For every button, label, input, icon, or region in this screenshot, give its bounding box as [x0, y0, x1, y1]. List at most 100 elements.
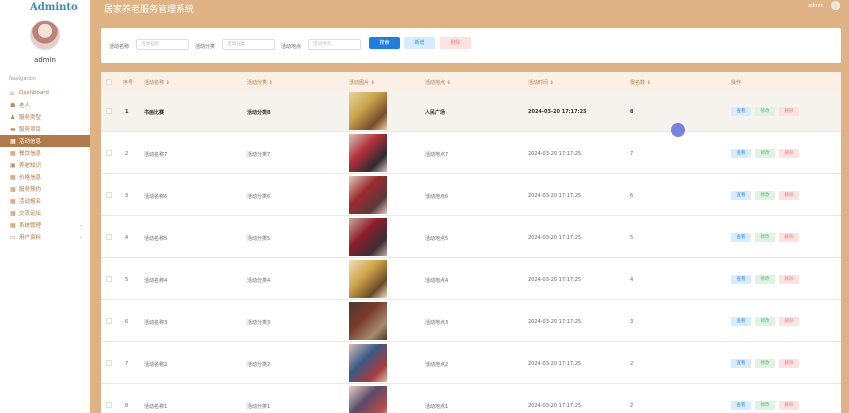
delete-button[interactable]: 删除: [779, 233, 799, 242]
avatar[interactable]: [30, 20, 60, 50]
cell-location: 活动地点2: [425, 362, 449, 368]
row-checkbox[interactable]: [106, 150, 112, 156]
view-button[interactable]: 查看: [731, 149, 751, 158]
cell-index: 2: [125, 151, 129, 157]
row-checkbox[interactable]: [106, 234, 112, 240]
batch-delete-button[interactable]: 删除: [440, 37, 471, 49]
edit-button[interactable]: 修改: [755, 359, 775, 368]
header-avatar[interactable]: [831, 1, 840, 10]
page-title: 居家养老服务管理系统: [104, 5, 195, 15]
activity-photo[interactable]: [349, 344, 387, 382]
search-label-location: 活动地点: [281, 44, 302, 50]
activity-photo[interactable]: [349, 218, 387, 256]
activity-photo[interactable]: [349, 134, 387, 172]
sidebar-item-4[interactable]: ▦ 活动信息: [0, 135, 90, 147]
row-checkbox[interactable]: [106, 402, 112, 408]
cell-index: 7: [125, 361, 129, 367]
activity-photo[interactable]: [349, 260, 387, 298]
app-logo[interactable]: Adminto: [30, 2, 78, 13]
cell-signups: 2: [630, 361, 634, 367]
table-row[interactable]: 4 活动名称5 活动分类5 活动地点5 2024-03-20 17:17:25 5 查看 修改…: [101, 217, 841, 258]
activity-photo[interactable]: [349, 386, 387, 413]
cell-location: 人民广场: [425, 110, 446, 116]
search-button[interactable]: 搜索: [369, 37, 400, 49]
view-button[interactable]: 查看: [731, 317, 751, 326]
sidebar-item-11[interactable]: ▦ 系统管理 ⌄: [0, 219, 90, 231]
sidebar-item-3[interactable]: ▬ 服务项目: [0, 123, 90, 135]
view-button[interactable]: 查看: [731, 191, 751, 200]
sidebar-item-label: 餐饮信息: [19, 151, 42, 157]
table-row[interactable]: 7 活动名称2 活动分类2 活动地点2 2024-03-20 17:17:25 2 查看 修改…: [101, 343, 841, 384]
grid-icon: ▦: [10, 173, 16, 181]
table-row[interactable]: 3 活动名称6 活动分类6 活动地点6 2024-03-20 17:17:25 6 查看 修改…: [101, 175, 841, 216]
delete-button[interactable]: 删除: [779, 359, 799, 368]
sidebar-item-9[interactable]: ▦ 活动报名: [0, 195, 90, 207]
sidebar-item-1[interactable]: ☗ 老人: [0, 99, 90, 111]
activity-photo[interactable]: [349, 92, 387, 130]
header-name[interactable]: 活动名称 ⇕: [144, 79, 170, 86]
cell-time: 2024-03-20 17:17:25: [528, 319, 582, 325]
delete-button[interactable]: 删除: [779, 401, 799, 410]
sidebar-item-7[interactable]: ▦ 价格信息: [0, 171, 90, 183]
sidebar-nav: ⌂ Dashboard ☗ 老人 ♟ 服务类型 ▬ 服务项目 ▦ 活动信息 ▦ 餐饮信息 ▣ 养老知识 ▦ 价…: [0, 87, 90, 243]
view-button[interactable]: 查看: [731, 359, 751, 368]
edit-button[interactable]: 修改: [755, 191, 775, 200]
edit-button[interactable]: 修改: [755, 149, 775, 158]
table-row[interactable]: 5 活动名称4 活动分类4 活动地点4 2024-03-20 17:17:25 4 查看 修改…: [101, 259, 841, 300]
sidebar-item-5[interactable]: ▦ 餐饮信息: [0, 147, 90, 159]
cell-time: 2024-03-20 17:17:25: [528, 193, 582, 199]
row-checkbox[interactable]: [106, 108, 112, 114]
delete-button[interactable]: 删除: [779, 317, 799, 326]
table-row[interactable]: 8 活动名称1 活动分类1 活动地点1 2024-03-20 17:17:25 2 查看 修改…: [101, 385, 841, 413]
delete-button[interactable]: 删除: [779, 191, 799, 200]
cell-location: 活动地点5: [425, 236, 449, 242]
table-row[interactable]: 6 活动名称3 活动分类3 活动地点3 2024-03-20 17:17:25 3 查看 修改…: [101, 301, 841, 342]
sidebar-item-10[interactable]: ▦ 交流论坛: [0, 207, 90, 219]
view-button[interactable]: 查看: [731, 107, 751, 116]
delete-button[interactable]: 删除: [779, 149, 799, 158]
activity-photo[interactable]: [349, 302, 387, 340]
edit-button[interactable]: 修改: [755, 317, 775, 326]
cell-index: 6: [125, 319, 129, 325]
row-checkbox[interactable]: [106, 318, 112, 324]
sidebar-item-label: 服务项目: [19, 127, 42, 133]
table-row[interactable]: 1 书画比赛 活动分类8 人民广场 2024-03-20 17:17:25 8 查看 修改 删除: [101, 91, 841, 132]
mouse-cursor: [671, 123, 685, 137]
add-button[interactable]: 新增: [404, 37, 435, 49]
cell-name: 活动名称4: [144, 278, 168, 284]
activity-category-input[interactable]: 活动分类: [222, 39, 275, 50]
cell-category: 活动分类4: [247, 278, 271, 284]
header-username[interactable]: admin: [808, 3, 824, 9]
table-row[interactable]: 2 活动名称7 活动分类7 活动地点7 2024-03-20 17:17:25 7 查看 修改…: [101, 133, 841, 174]
header-time[interactable]: 活动时间 ⇕: [528, 79, 554, 86]
sidebar-item-0[interactable]: ⌂ Dashboard: [0, 87, 90, 99]
sidebar-item-label: Dashboard: [19, 90, 49, 96]
edit-button[interactable]: 修改: [755, 401, 775, 410]
sidebar-item-6[interactable]: ▣ 养老知识: [0, 159, 90, 171]
sidebar-item-2[interactable]: ♟ 服务类型: [0, 111, 90, 123]
header-location[interactable]: 活动地点 ⇕: [425, 79, 451, 86]
header-category[interactable]: 活动分类 ⇕: [247, 79, 273, 86]
activity-location-input[interactable]: 活动地点: [308, 39, 361, 50]
delete-button[interactable]: 删除: [779, 107, 799, 116]
cell-location: 活动地点4: [425, 278, 449, 284]
cell-index: 1: [125, 109, 129, 115]
edit-button[interactable]: 修改: [755, 233, 775, 242]
activity-name-input[interactable]: 活动名称: [136, 39, 189, 50]
edit-button[interactable]: 修改: [755, 107, 775, 116]
select-all-checkbox[interactable]: [106, 79, 112, 85]
row-checkbox[interactable]: [106, 360, 112, 366]
row-checkbox[interactable]: [106, 192, 112, 198]
header-image[interactable]: 活动图片 ⇕: [349, 79, 375, 86]
view-button[interactable]: 查看: [731, 275, 751, 284]
header-signups[interactable]: 报名数 ⇕: [630, 79, 651, 86]
sidebar-item-12[interactable]: ▭ 用户资料 ⌄: [0, 231, 90, 243]
delete-button[interactable]: 删除: [779, 275, 799, 284]
sidebar-item-8[interactable]: ▦ 服务预约: [0, 183, 90, 195]
view-button[interactable]: 查看: [731, 401, 751, 410]
activity-photo[interactable]: [349, 176, 387, 214]
edit-button[interactable]: 修改: [755, 275, 775, 284]
view-button[interactable]: 查看: [731, 233, 751, 242]
row-checkbox[interactable]: [106, 276, 112, 282]
cell-name: 书画比赛: [144, 110, 165, 116]
